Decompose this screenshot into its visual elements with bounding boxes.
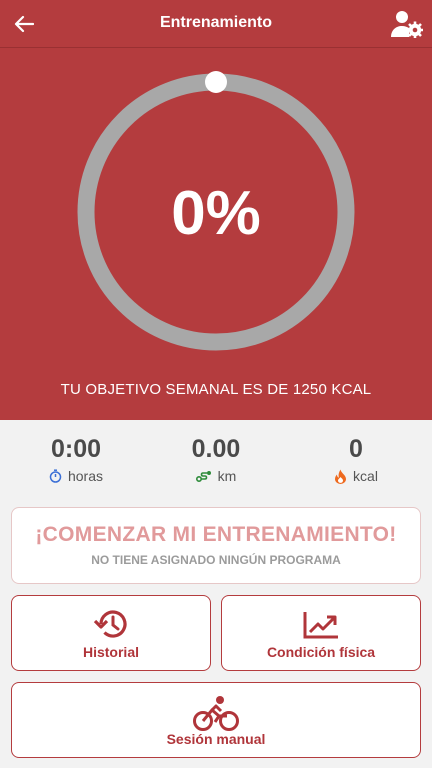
stat-hours-unit: horas bbox=[67, 468, 104, 484]
cyclist-icon bbox=[193, 696, 239, 731]
start-training-button[interactable]: ¡COMENZAR MI ENTRENAMIENTO! NO TIENE ASI… bbox=[11, 507, 421, 584]
route-icon bbox=[195, 471, 211, 482]
stat-kcal: 0 kcal bbox=[296, 434, 416, 484]
start-training-title: ¡COMENZAR MI ENTRENAMIENTO! bbox=[35, 523, 397, 546]
app-header: Entrenamiento bbox=[0, 0, 432, 48]
progress-section: 0% TU OBJETIVO SEMANAL ES DE 1250 KCAL bbox=[0, 48, 432, 420]
progress-percent: 0% bbox=[171, 179, 261, 248]
user-settings-button[interactable] bbox=[390, 8, 424, 40]
stat-kcal-unit: kcal bbox=[353, 468, 378, 484]
page-title: Entrenamiento bbox=[159, 14, 272, 31]
stat-hours: 0:00 horas bbox=[16, 434, 136, 484]
fitness-label: Condición física bbox=[266, 644, 376, 660]
manual-session-label: Sesión manual bbox=[166, 731, 266, 747]
trend-up-icon bbox=[303, 612, 338, 639]
weekly-goal-text: TU OBJETIVO SEMANAL ES DE 1250 KCAL bbox=[60, 381, 372, 398]
fitness-button[interactable]: Condición física bbox=[221, 595, 421, 671]
stopwatch-icon bbox=[49, 469, 62, 483]
stats-row: 0:00 horas 0.00 km 0 kcal bbox=[0, 420, 432, 498]
stat-kcal-value: 0 bbox=[349, 435, 363, 463]
stat-hours-value: 0:00 bbox=[50, 435, 102, 463]
stat-distance: 0.00 km bbox=[156, 434, 276, 484]
user-gear-icon bbox=[391, 11, 423, 38]
stat-distance-unit: km bbox=[217, 468, 237, 484]
start-training-subtitle: NO TIENE ASIGNADO NINGÚN PROGRAMA bbox=[91, 553, 341, 567]
flame-icon bbox=[335, 469, 347, 484]
progress-knob bbox=[205, 71, 227, 93]
history-label: Historial bbox=[82, 644, 139, 660]
history-icon bbox=[93, 610, 127, 638]
manual-session-button[interactable]: Sesión manual bbox=[11, 682, 421, 758]
history-button[interactable]: Historial bbox=[11, 595, 211, 671]
stat-distance-value: 0.00 bbox=[191, 435, 241, 463]
